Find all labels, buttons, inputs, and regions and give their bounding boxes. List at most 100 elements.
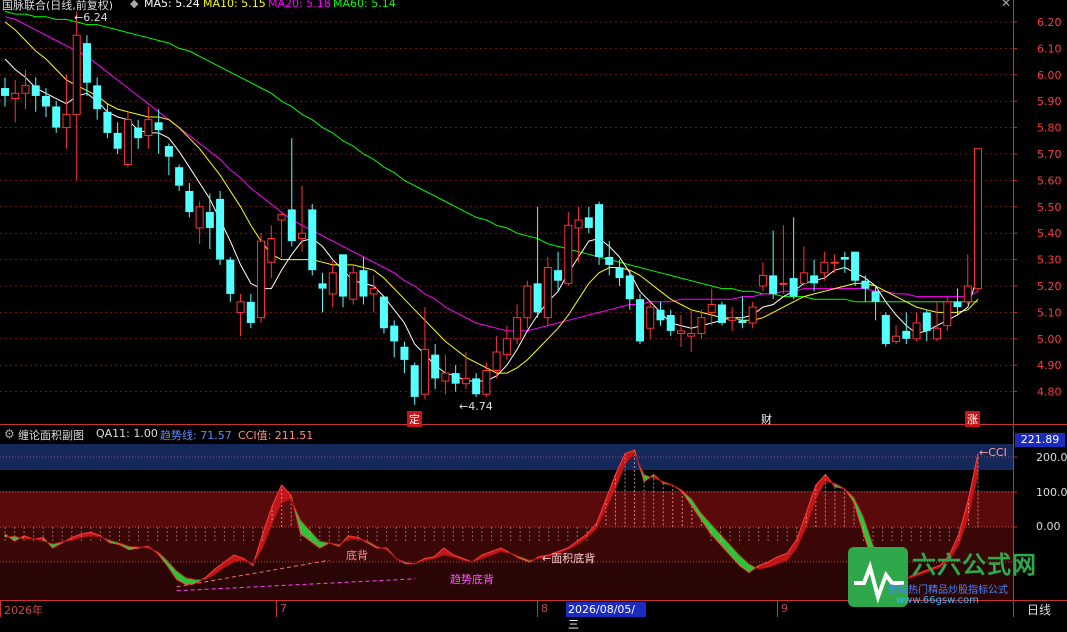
candle-body-down [666,315,675,331]
candle-body-down [164,146,173,157]
candle-body-down [338,254,347,297]
indicator-title[interactable]: 缠论面积副图 [18,427,84,443]
price-tick-label: 5.50 [1037,201,1062,214]
candle-body-up [707,303,716,313]
candle-body-down [953,301,962,308]
candle-body-up [820,261,829,274]
candle-body-up [369,288,378,295]
price-tick-label: 5.60 [1037,174,1062,187]
candle-body-down [871,291,880,302]
candle-body-down [810,275,819,284]
candle-body-up [441,372,450,382]
candle-body-up [502,338,511,356]
settings-gear-icon[interactable]: ⚙ [4,427,15,441]
price-tick-label: 5.70 [1037,148,1062,161]
price-tick-label: 6.00 [1037,69,1062,82]
candle-body-down [451,373,460,384]
candle-body-down [318,283,327,289]
x-tick-9: 9 [781,602,788,615]
trend-value: 趋势线: 71.57 [160,429,232,442]
candle-body-down [738,320,747,323]
candle-body-down [840,256,849,260]
candle-body-down [390,325,399,342]
x-tick-8: 8 [541,602,548,615]
candle-body-down [605,256,614,265]
candle-body-down [134,127,143,139]
ma-toggle-icon[interactable]: ◆ [130,0,138,10]
candle-body-down [902,330,911,339]
candle-body-down [82,43,91,83]
bottom-divergence-label: 底背 [346,549,368,562]
ma60-label: MA60: 5.14 [333,0,396,10]
candle-body-down [93,85,102,110]
candle-body-up [349,272,358,300]
candle-body-down [789,278,798,297]
x-tick-year: 2026年 [4,604,43,617]
candle-body-up [646,306,655,329]
stock-chart: 6.20 6.10 6.00 5.90 5.80 5.70 5.60 5.50 5.40 5.30… [0,0,1067,617]
cci-marker: ←CCI [979,446,1007,459]
candle-body-down [308,209,317,271]
candle-body-down [584,217,593,228]
candle-body-up [257,240,266,319]
candle-body-up [943,301,952,327]
candle-body-down [216,198,225,260]
event-badge-ding[interactable]: 定 [407,411,422,427]
candle-body-down [533,283,542,313]
cursor-date-box: 2026/08/05/三 [566,602,646,631]
candle-body-down [41,95,50,107]
candle-body-down [103,111,112,133]
watermark-url: www.66gsw.com [896,595,979,606]
x-tick-7: 7 [280,602,287,615]
watermark-slogan: 聚焦热门精品炒股指标公式 [888,585,1008,596]
event-badge-zhang[interactable]: 涨 [965,411,980,427]
candle-body-down [595,204,604,257]
candle-body-down [31,85,40,96]
candle-body-up [236,301,245,313]
candle-body-up [482,369,491,395]
candle-body-up [748,306,757,324]
candle-body-down [52,106,61,128]
candle-body-down [636,299,645,342]
candle-body-up [963,285,972,303]
candle-body-down [226,259,235,294]
candle-body-down [185,190,194,213]
candle-body-down [554,270,563,281]
candle-body-up [492,351,501,371]
sub-axis-100: 100.0 [1036,486,1067,499]
price-tick-label: 5.10 [1037,306,1062,319]
candle-body-down [431,354,440,379]
candle-body-down [175,167,184,186]
event-badge-cai[interactable]: 财 [761,411,772,427]
candle-body-down [379,296,388,329]
current-value-box: 221.89 [1015,433,1065,447]
close-icon[interactable]: ✕ [1000,0,1012,9]
candle-body-down [615,267,624,279]
candle-body-down [113,132,122,149]
candle-body-down [769,275,778,294]
candle-body-down [1,88,9,96]
candle-body-down [472,378,481,395]
watermark-name: 六六公式网 [912,551,1037,579]
candle-body-up [564,224,573,284]
candle-body-down [287,209,296,242]
candle-body-up [697,317,706,335]
candle-body-up [523,285,532,319]
price-tick-label: 5.30 [1037,254,1062,267]
price-tick-label: 5.80 [1037,122,1062,135]
candle-body-up [799,272,808,284]
candle-body-down [625,275,634,300]
ma20-label: MA20: 5.18 [268,0,331,10]
candle-body-up [687,333,696,337]
qa-value: QA11: 1.00 [96,427,158,440]
candle-body-up [21,84,30,94]
candle-body-down [881,315,890,345]
candle-body-down [154,122,163,131]
candle-body-up [420,348,429,395]
candle-body-up [974,148,982,290]
sub-axis-0: 0.00 [1036,520,1061,533]
candle-body-up [62,113,71,129]
price-tick-label: 6.20 [1037,16,1062,29]
main-background [0,0,1067,424]
low-price-marker: ←4.74 [459,400,493,413]
